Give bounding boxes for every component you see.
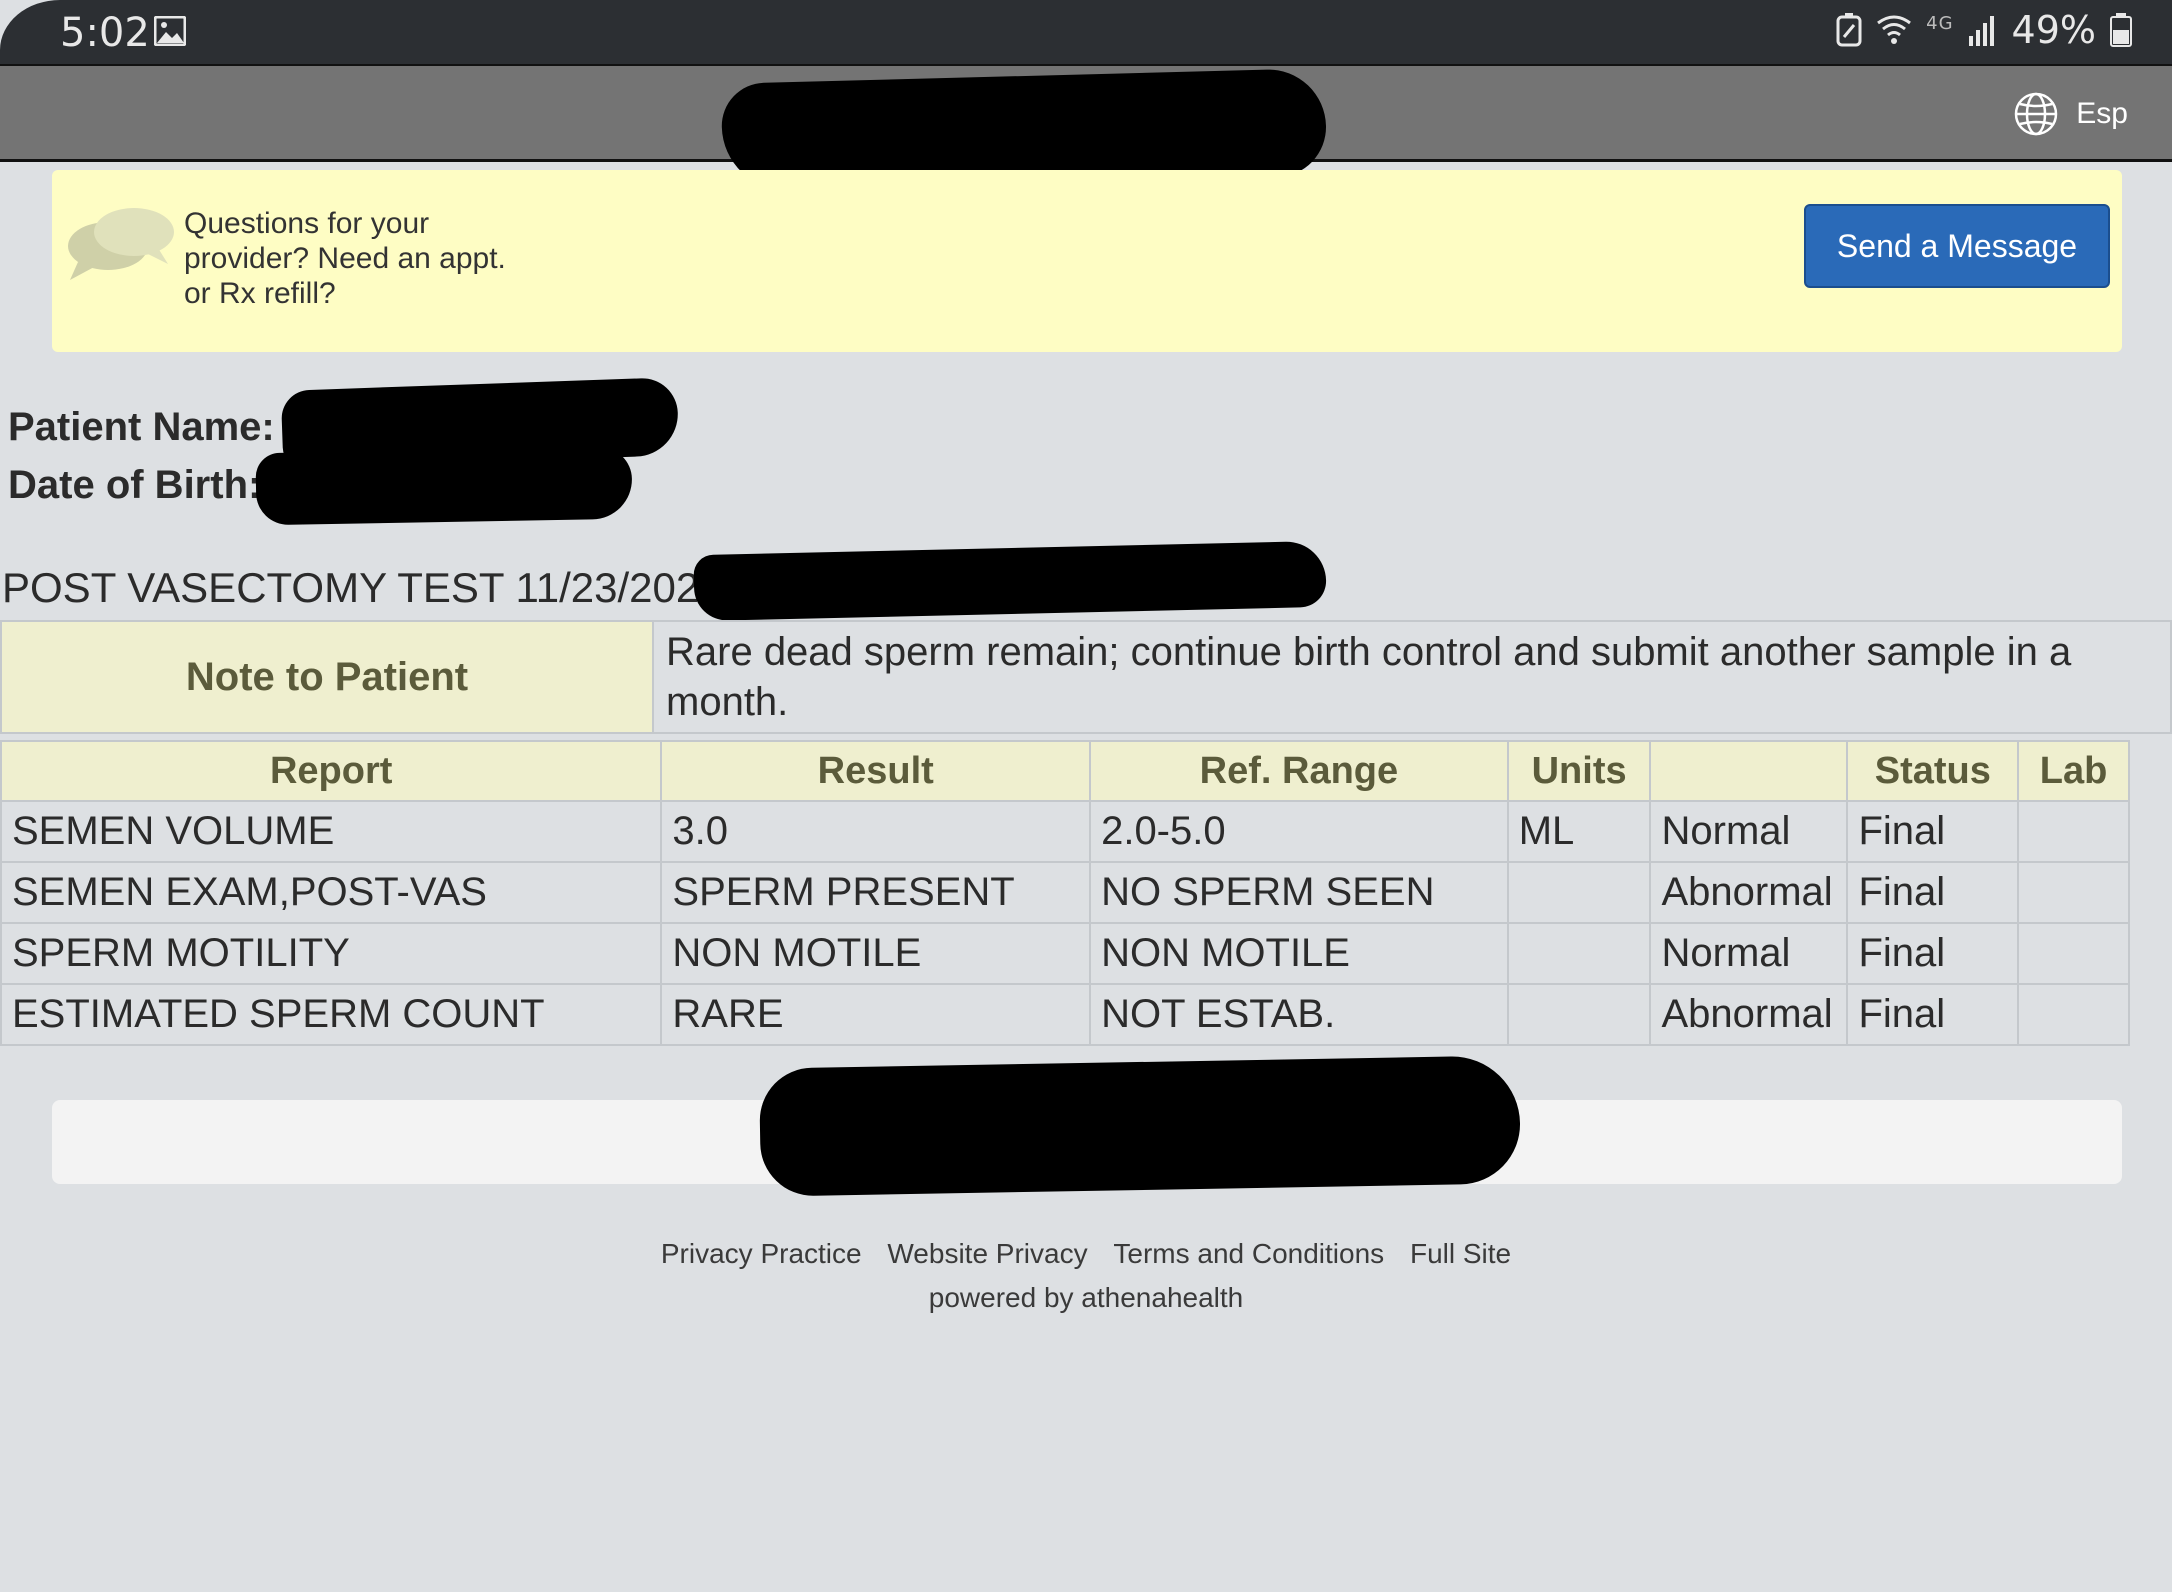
cell-result: 3.0 [660, 800, 1092, 863]
test-title: POST VASECTOMY TEST 11/23/2020 [2, 564, 723, 611]
language-label: Esp [2076, 97, 2128, 130]
status-bar: 5:02 4G 49% [0, 0, 2172, 64]
language-toggle[interactable]: Esp [2014, 92, 2128, 136]
send-message-button[interactable]: Send a Message [1804, 204, 2110, 288]
cell-lab [2017, 922, 2130, 985]
powered-by: powered by athenahealth [928, 1282, 1244, 1313]
note-to-patient: Note to Patient Rare dead sperm remain; … [0, 620, 2172, 734]
battery-percent: 49% [2011, 8, 2096, 52]
cell-status: Final [1846, 922, 2020, 985]
col-header-ref-range: Ref. Range [1089, 740, 1509, 802]
footer-links: Privacy Practice Website Privacy Terms a… [0, 1238, 2172, 1270]
full-site-link[interactable]: Full Site [1410, 1238, 1511, 1269]
table-row: SEMEN VOLUME 3.0 2.0-5.0 ML Normal Final [0, 800, 2130, 863]
results-header-row: Report Result Ref. Range Units Status La… [0, 740, 2130, 802]
cell-flag: Abnormal [1649, 983, 1849, 1046]
battery-saver-icon [1836, 13, 1862, 47]
signal-icon [1968, 16, 1994, 46]
dob-label: Date of Birth: [8, 463, 262, 507]
note-text: Rare dead sperm remain; continue birth c… [652, 620, 2172, 734]
cell-report: ESTIMATED SPERM COUNT [0, 983, 663, 1046]
network-type: 4G [1926, 12, 1954, 34]
redacted-test-time [693, 540, 1327, 622]
table-row: ESTIMATED SPERM COUNT RARE NOT ESTAB. Ab… [0, 983, 2130, 1046]
app-header: Esp [0, 64, 2172, 192]
cell-flag: Abnormal [1649, 861, 1849, 924]
wifi-icon [1877, 15, 1912, 44]
cell-result: RARE [660, 983, 1092, 1046]
col-header-status: Status [1846, 740, 2020, 802]
col-header-units: Units [1506, 740, 1652, 802]
cell-units [1506, 922, 1652, 985]
battery-icon [2110, 13, 2132, 47]
cell-lab [2017, 983, 2130, 1046]
globe-icon [2015, 92, 2058, 136]
table-row: SPERM MOTILITY NON MOTILE NON MOTILE Nor… [0, 922, 2130, 985]
cell-lab [2017, 861, 2130, 924]
cell-ref-range: NON MOTILE [1089, 922, 1509, 985]
cell-units [1506, 861, 1652, 924]
cell-flag: Normal [1649, 922, 1849, 985]
patient-name-label: Patient Name: [8, 405, 275, 449]
cell-status: Final [1846, 983, 2020, 1046]
cell-flag: Normal [1649, 800, 1849, 863]
terms-link[interactable]: Terms and Conditions [1113, 1238, 1384, 1269]
cell-result: SPERM PRESENT [660, 861, 1092, 924]
privacy-practice-link[interactable]: Privacy Practice [661, 1238, 862, 1269]
patient-info: Patient Name: Date of Birth: [8, 398, 275, 514]
col-header-result: Result [660, 740, 1092, 802]
redacted-footer-content [758, 1055, 1522, 1197]
website-privacy-link[interactable]: Website Privacy [887, 1238, 1087, 1269]
cell-status: Final [1846, 800, 2020, 863]
cell-ref-range: 2.0-5.0 [1089, 800, 1509, 863]
cell-result: NON MOTILE [660, 922, 1092, 985]
col-header-flag [1649, 740, 1849, 802]
cell-lab [2017, 800, 2130, 863]
cell-status: Final [1846, 861, 2020, 924]
redacted-dob [255, 446, 633, 526]
col-header-report: Report [0, 740, 663, 802]
note-label: Note to Patient [0, 620, 654, 734]
cell-units [1506, 983, 1652, 1046]
image-icon [154, 16, 186, 46]
banner-question: Questions for your provider? Need an app… [184, 207, 506, 310]
cell-ref-range: NOT ESTAB. [1089, 983, 1509, 1046]
cell-ref-range: NO SPERM SEEN [1089, 861, 1509, 924]
cell-units: ML [1506, 800, 1652, 863]
results-table: Report Result Ref. Range Units Status La… [0, 740, 2130, 1046]
cell-report: SEMEN VOLUME [0, 800, 663, 863]
cell-report: SPERM MOTILITY [0, 922, 663, 985]
table-row: SEMEN EXAM,POST-VAS SPERM PRESENT NO SPE… [0, 861, 2130, 924]
chat-bubbles-icon [68, 208, 174, 280]
message-banner: Questions for your provider? Need an app… [52, 170, 2122, 352]
cell-report: SEMEN EXAM,POST-VAS [0, 861, 663, 924]
col-header-lab: Lab [2017, 740, 2130, 802]
status-time: 5:02 [60, 10, 150, 56]
